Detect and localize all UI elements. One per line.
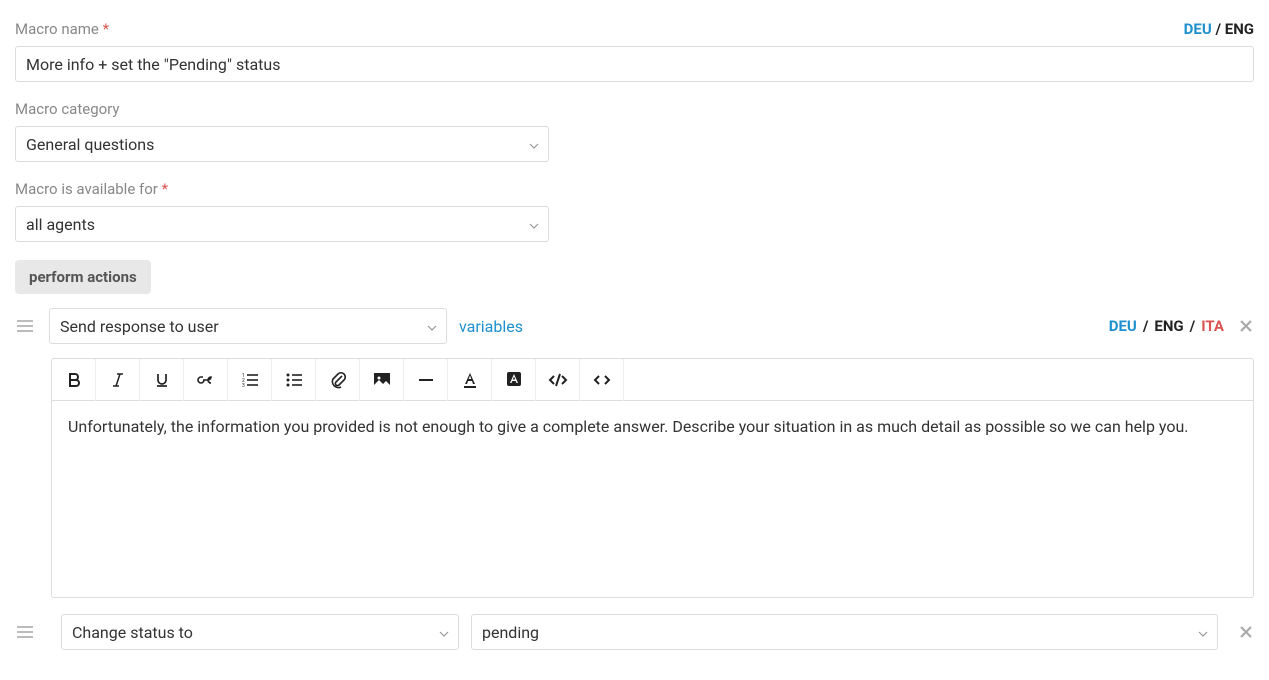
background-color-icon[interactable] bbox=[492, 359, 536, 401]
bold-icon[interactable] bbox=[52, 359, 96, 401]
editor-content-area[interactable]: Unfortunately, the information you provi… bbox=[52, 401, 1253, 597]
lang-eng-action[interactable]: ENG bbox=[1154, 317, 1183, 335]
lang-deu-top[interactable]: DEU bbox=[1184, 20, 1212, 38]
action-type-select-1[interactable]: Send response to user bbox=[49, 308, 447, 344]
macro-available-label: Macro is available for * bbox=[15, 180, 1254, 198]
macro-category-label: Macro category bbox=[15, 100, 1254, 118]
status-value-select[interactable]: pending bbox=[471, 614, 1218, 650]
drag-handle-icon[interactable] bbox=[15, 624, 49, 640]
image-icon[interactable] bbox=[360, 359, 404, 401]
code-block-icon[interactable] bbox=[536, 359, 580, 401]
ordered-list-icon[interactable]: 1 2 3 bbox=[228, 359, 272, 401]
macro-category-select[interactable]: General questions bbox=[15, 126, 549, 162]
perform-actions-tab[interactable]: perform actions bbox=[15, 260, 151, 294]
macro-name-input[interactable] bbox=[15, 46, 1254, 82]
lang-eng-top[interactable]: ENG bbox=[1225, 20, 1254, 38]
text-color-icon[interactable] bbox=[448, 359, 492, 401]
remove-action-icon[interactable] bbox=[1238, 318, 1254, 334]
action-type-select-2[interactable]: Change status to bbox=[61, 614, 459, 650]
lang-deu-action[interactable]: DEU bbox=[1109, 317, 1137, 335]
svg-text:3: 3 bbox=[242, 383, 245, 388]
response-editor: 1 2 3 bbox=[51, 358, 1254, 598]
italic-icon[interactable] bbox=[96, 359, 140, 401]
lang-ita-action[interactable]: ITA bbox=[1201, 317, 1224, 335]
variables-link[interactable]: variables bbox=[459, 317, 523, 336]
underline-icon[interactable] bbox=[140, 359, 184, 401]
drag-handle-icon[interactable] bbox=[15, 318, 49, 334]
link-icon[interactable] bbox=[184, 359, 228, 401]
macro-available-select[interactable]: all agents bbox=[15, 206, 549, 242]
macro-name-label: Macro name * bbox=[15, 20, 1254, 38]
remove-action-icon[interactable] bbox=[1238, 624, 1254, 640]
attachment-icon[interactable] bbox=[316, 359, 360, 401]
unordered-list-icon[interactable] bbox=[272, 359, 316, 401]
editor-toolbar: 1 2 3 bbox=[52, 359, 1253, 401]
source-code-icon[interactable] bbox=[580, 359, 624, 401]
language-switch-top: DEU / ENG bbox=[1184, 20, 1254, 38]
horizontal-rule-icon[interactable] bbox=[404, 359, 448, 401]
